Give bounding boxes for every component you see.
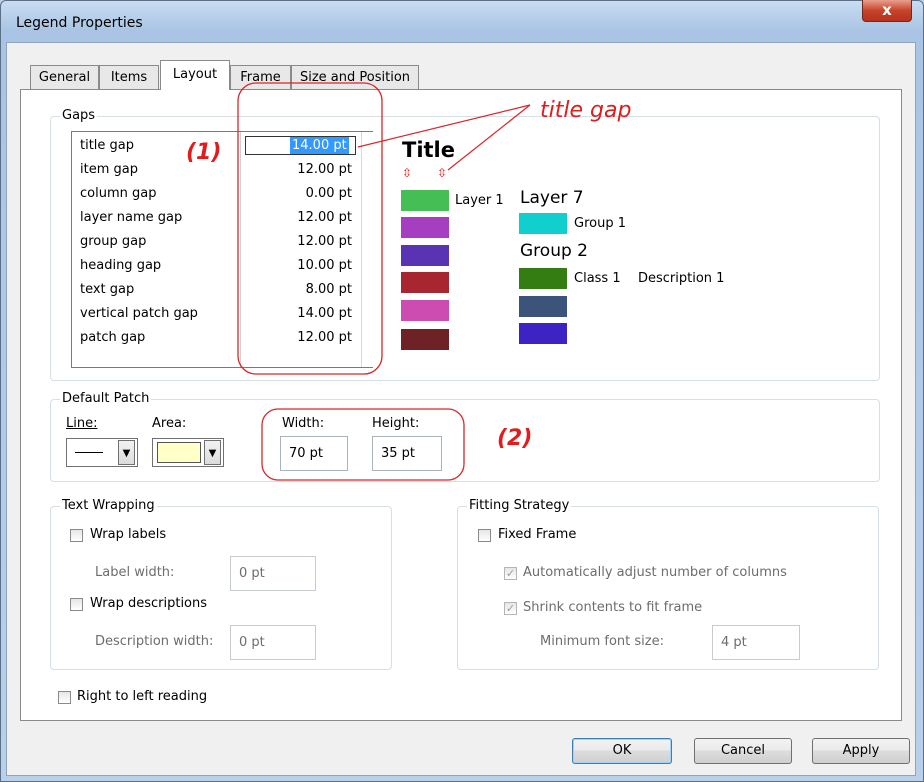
auto-adjust-columns-checkbox[interactable]: ✓ xyxy=(504,567,517,580)
tab-items[interactable]: Items xyxy=(99,65,159,89)
minimum-font-size-label: Minimum font size: xyxy=(540,634,664,649)
shrink-contents-checkbox[interactable]: ✓ xyxy=(504,602,517,615)
label-width-input[interactable]: 0 pt xyxy=(230,556,316,591)
patch-height-input[interactable]: 35 pt xyxy=(372,436,442,471)
description-width-input[interactable]: 0 pt xyxy=(230,625,316,660)
preview-group1-label: Group 1 xyxy=(574,216,626,231)
preview-patch xyxy=(401,329,449,350)
shrink-contents-label: Shrink contents to fit frame xyxy=(523,600,703,615)
tab-frame[interactable]: Frame xyxy=(230,65,291,89)
annotation-2: (2) xyxy=(497,426,533,451)
window-title: Legend Properties xyxy=(16,15,143,31)
preview-layer7-heading: Layer 7 xyxy=(520,188,584,208)
gap-value-selected[interactable]: 14.00 pt xyxy=(290,137,349,154)
right-to-left-checkbox[interactable] xyxy=(58,691,71,704)
description-width-label: Description width: xyxy=(95,634,214,649)
gap-name: layer name gap xyxy=(80,210,183,225)
fitting-strategy-group-label: Fitting Strategy xyxy=(467,498,572,513)
preview-patch xyxy=(401,300,449,321)
fixed-frame-checkbox[interactable] xyxy=(478,529,491,542)
preview-title: Title xyxy=(402,138,456,162)
wrap-labels-checkbox[interactable] xyxy=(70,529,83,542)
preview-patch-group1 xyxy=(519,213,567,234)
table-scroll-gutter xyxy=(361,132,373,367)
gap-row-vertical-patch-gap[interactable]: vertical patch gap 14.00 pt xyxy=(72,302,362,326)
gap-value: 12.00 pt xyxy=(297,330,352,345)
checkmark-icon: ✓ xyxy=(505,567,516,580)
gap-name: title gap xyxy=(80,138,135,153)
area-fill-swatch xyxy=(157,442,201,463)
chevron-down-icon[interactable]: ▼ xyxy=(118,440,135,465)
gap-name: vertical patch gap xyxy=(80,306,198,321)
gap-value: 10.00 pt xyxy=(297,258,352,273)
minimum-font-size-input[interactable]: 4 pt xyxy=(712,625,800,660)
preview-class1-label: Class 1 xyxy=(574,271,621,286)
preview-patch xyxy=(401,217,449,238)
gap-row-heading-gap[interactable]: heading gap 10.00 pt xyxy=(72,254,362,278)
fixed-frame-label: Fixed Frame xyxy=(498,527,577,542)
preview-description1-label: Description 1 xyxy=(638,271,725,286)
gap-value: 12.00 pt xyxy=(297,234,352,249)
checkmark-icon: ✓ xyxy=(505,602,516,615)
line-label: Line: xyxy=(66,416,98,431)
wrap-descriptions-label: Wrap descriptions xyxy=(90,596,208,611)
preview-patch-class1 xyxy=(519,268,567,289)
gap-row-text-gap[interactable]: text gap 8.00 pt xyxy=(72,278,362,302)
tab-size-and-position[interactable]: Size and Position xyxy=(291,65,419,89)
gap-value: 8.00 pt xyxy=(305,282,352,297)
cancel-button[interactable]: Cancel xyxy=(694,738,792,764)
gap-value: 12.00 pt xyxy=(297,210,352,225)
gap-name: text gap xyxy=(80,282,135,297)
gap-name: column gap xyxy=(80,186,157,201)
tab-layout[interactable]: Layout xyxy=(160,60,230,90)
height-label: Height: xyxy=(372,416,420,431)
gaps-table[interactable]: title gap 14.00 pt item gap 12.00 pt col… xyxy=(71,131,373,368)
ok-button[interactable]: OK xyxy=(572,738,672,764)
area-label: Area: xyxy=(152,416,187,431)
gap-name: item gap xyxy=(80,162,138,177)
auto-adjust-columns-label: Automatically adjust number of columns xyxy=(523,565,787,580)
preview-patch xyxy=(401,272,449,293)
apply-button[interactable]: Apply xyxy=(812,738,910,764)
gap-value: 14.00 pt xyxy=(297,306,352,321)
preview-patch-layer1 xyxy=(401,190,449,211)
preview-patch xyxy=(401,245,449,266)
wrap-descriptions-checkbox[interactable] xyxy=(70,598,83,611)
label-width-label: Label width: xyxy=(95,565,175,580)
title-gap-arrow-right-icon: ⇳ xyxy=(437,166,448,180)
gap-name: group gap xyxy=(80,234,147,249)
chevron-down-icon[interactable]: ▼ xyxy=(204,440,221,465)
gap-name: patch gap xyxy=(80,330,146,345)
line-sample xyxy=(75,452,103,453)
gap-row-layer-name-gap[interactable]: layer name gap 12.00 pt xyxy=(72,206,362,230)
gap-row-column-gap[interactable]: column gap 0.00 pt xyxy=(72,182,362,206)
annotation-1: (1) xyxy=(186,140,222,165)
gap-name: heading gap xyxy=(80,258,162,273)
area-fill-dropdown[interactable]: ▼ xyxy=(152,438,224,467)
wrap-labels-label: Wrap labels xyxy=(90,527,167,542)
default-patch-group-label: Default Patch xyxy=(60,391,152,406)
width-label: Width: xyxy=(282,416,325,431)
text-wrapping-group-label: Text Wrapping xyxy=(60,498,157,513)
right-to-left-label: Right to left reading xyxy=(77,689,208,704)
patch-width-input[interactable]: 70 pt xyxy=(280,436,348,471)
line-style-dropdown[interactable]: ▼ xyxy=(66,438,138,467)
preview-patch xyxy=(519,323,567,344)
tab-general[interactable]: General xyxy=(30,65,99,89)
close-button[interactable]: x xyxy=(862,0,912,22)
gap-value: 12.00 pt xyxy=(297,162,352,177)
gap-row-group-gap[interactable]: group gap 12.00 pt xyxy=(72,230,362,254)
gap-row-patch-gap[interactable]: patch gap 12.00 pt xyxy=(72,326,362,350)
gap-value: 0.00 pt xyxy=(305,186,352,201)
preview-layer1-label: Layer 1 xyxy=(455,193,504,208)
title-gap-callout: title gap xyxy=(540,98,632,123)
gaps-group-label: Gaps xyxy=(60,108,98,123)
preview-patch xyxy=(519,296,567,317)
preview-group2-heading: Group 2 xyxy=(520,241,588,261)
title-gap-arrow-left-icon: ⇳ xyxy=(402,166,413,180)
